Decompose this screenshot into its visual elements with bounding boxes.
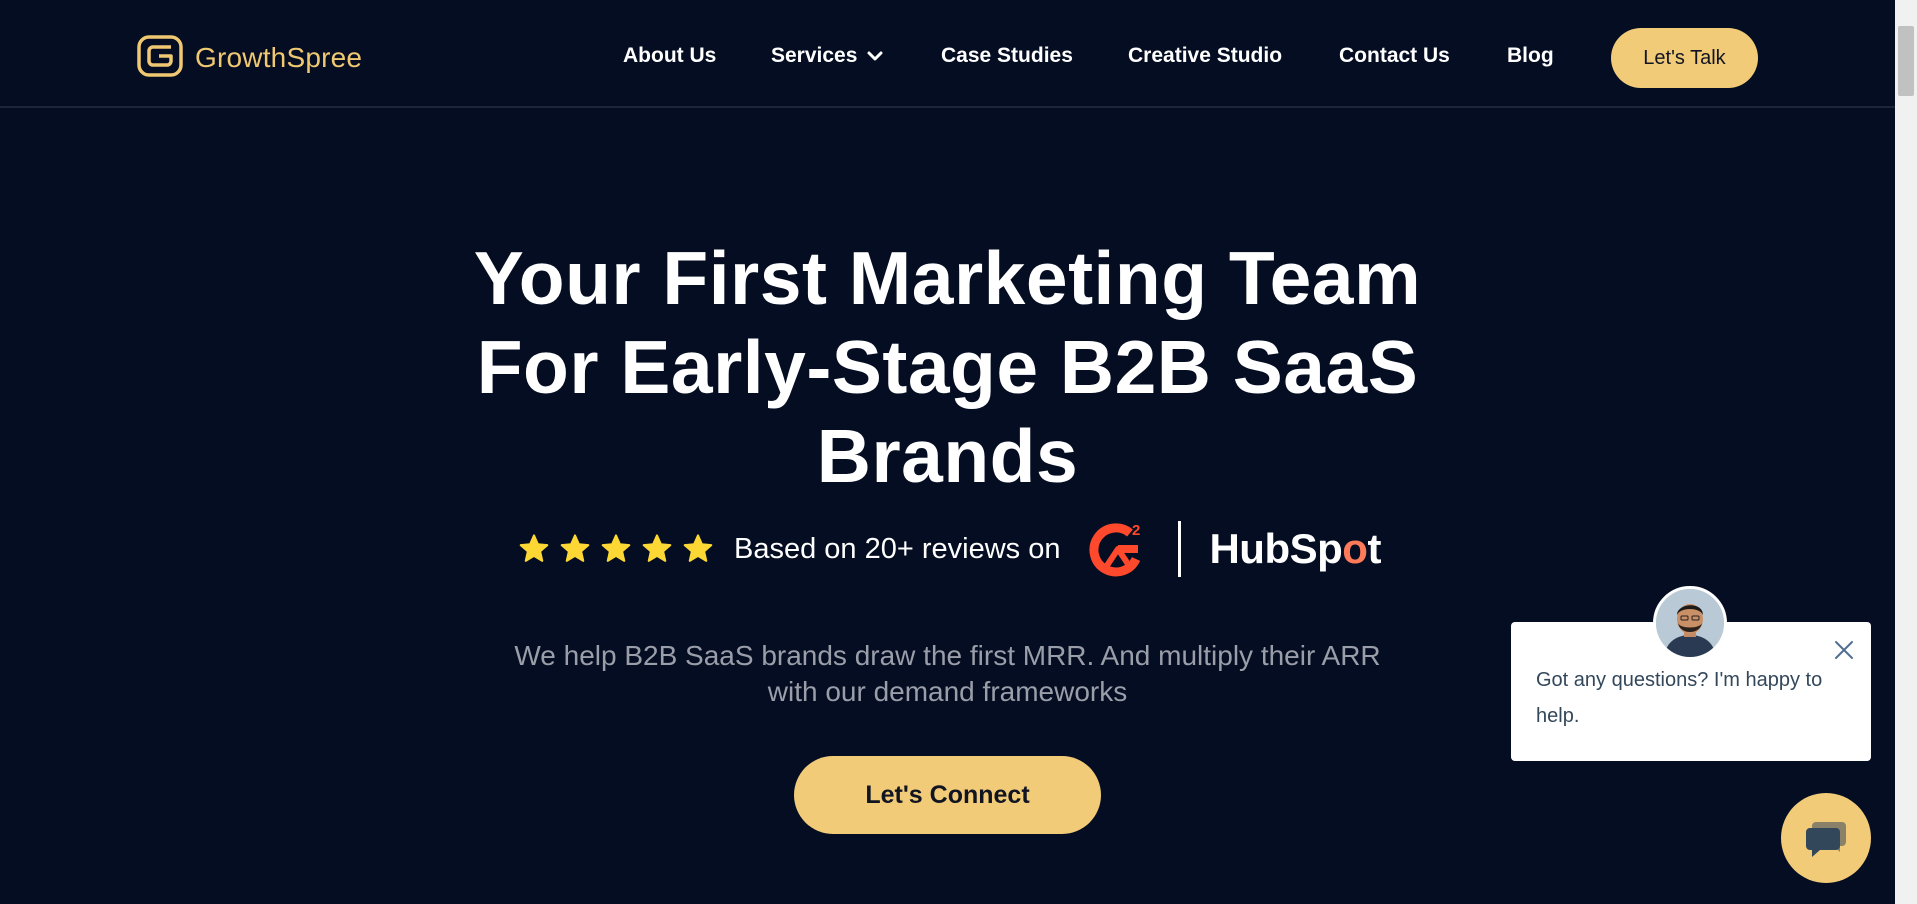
scrollbar-thumb[interactable] — [1898, 26, 1914, 96]
hero-title: Your First Marketing Team For Early-Stag… — [450, 234, 1445, 501]
star-icon — [641, 533, 673, 565]
hero-subtitle: We help B2B SaaS brands draw the first M… — [470, 638, 1425, 710]
nav-blog[interactable]: Blog — [1507, 44, 1554, 68]
chat-message: Got any questions? I'm happy to help. — [1536, 669, 1823, 727]
svg-text:2: 2 — [1132, 522, 1140, 539]
page: GrowthSpree About Us Services Case Studi… — [0, 0, 1917, 904]
nav-services[interactable]: Services — [771, 44, 883, 68]
lets-talk-button[interactable]: Let's Talk — [1611, 28, 1758, 88]
star-icon — [518, 533, 550, 565]
hubspot-wordmark: HubSpot — [1209, 525, 1381, 572]
nav-creative-studio[interactable]: Creative Studio — [1128, 44, 1282, 68]
nav-about-us[interactable]: About Us — [623, 44, 716, 68]
hubspot-logo-icon: HubSpot — [1209, 525, 1381, 573]
hero-subtitle-line: We help B2B SaaS brands draw the first M… — [514, 640, 1381, 671]
star-icon — [682, 533, 714, 565]
nav-contact-us[interactable]: Contact Us — [1339, 44, 1450, 68]
hero-title-line: For Early-Stage B2B SaaS — [476, 325, 1419, 409]
chevron-down-icon — [867, 50, 883, 62]
rating-row: Based on 20+ reviews on 2 HubSpot — [518, 515, 1381, 583]
chat-bubble-icon — [1802, 814, 1850, 862]
star-icon — [600, 533, 632, 565]
hubspot-sprocket-icon: o — [1342, 525, 1368, 572]
lets-connect-button[interactable]: Let's Connect — [794, 756, 1101, 834]
nav-services-label: Services — [771, 44, 858, 67]
star-icon — [559, 533, 591, 565]
hero-title-line: Your First Marketing Team — [473, 236, 1422, 320]
page-scrollbar[interactable] — [1895, 0, 1917, 904]
close-icon[interactable] — [1830, 636, 1858, 664]
nav-case-studies[interactable]: Case Studies — [941, 44, 1073, 68]
hero-title-line: Brands — [816, 414, 1079, 498]
star-rating — [518, 533, 714, 565]
g2-logo-icon: 2 — [1088, 519, 1148, 579]
agent-avatar — [1653, 586, 1727, 660]
hero-subtitle-line: with our demand frameworks — [767, 676, 1128, 707]
site-header: GrowthSpree About Us Services Case Studi… — [0, 0, 1895, 108]
chat-launcher-button[interactable] — [1781, 793, 1871, 883]
rating-text: Based on 20+ reviews on — [734, 532, 1061, 565]
logo-divider — [1178, 521, 1182, 577]
